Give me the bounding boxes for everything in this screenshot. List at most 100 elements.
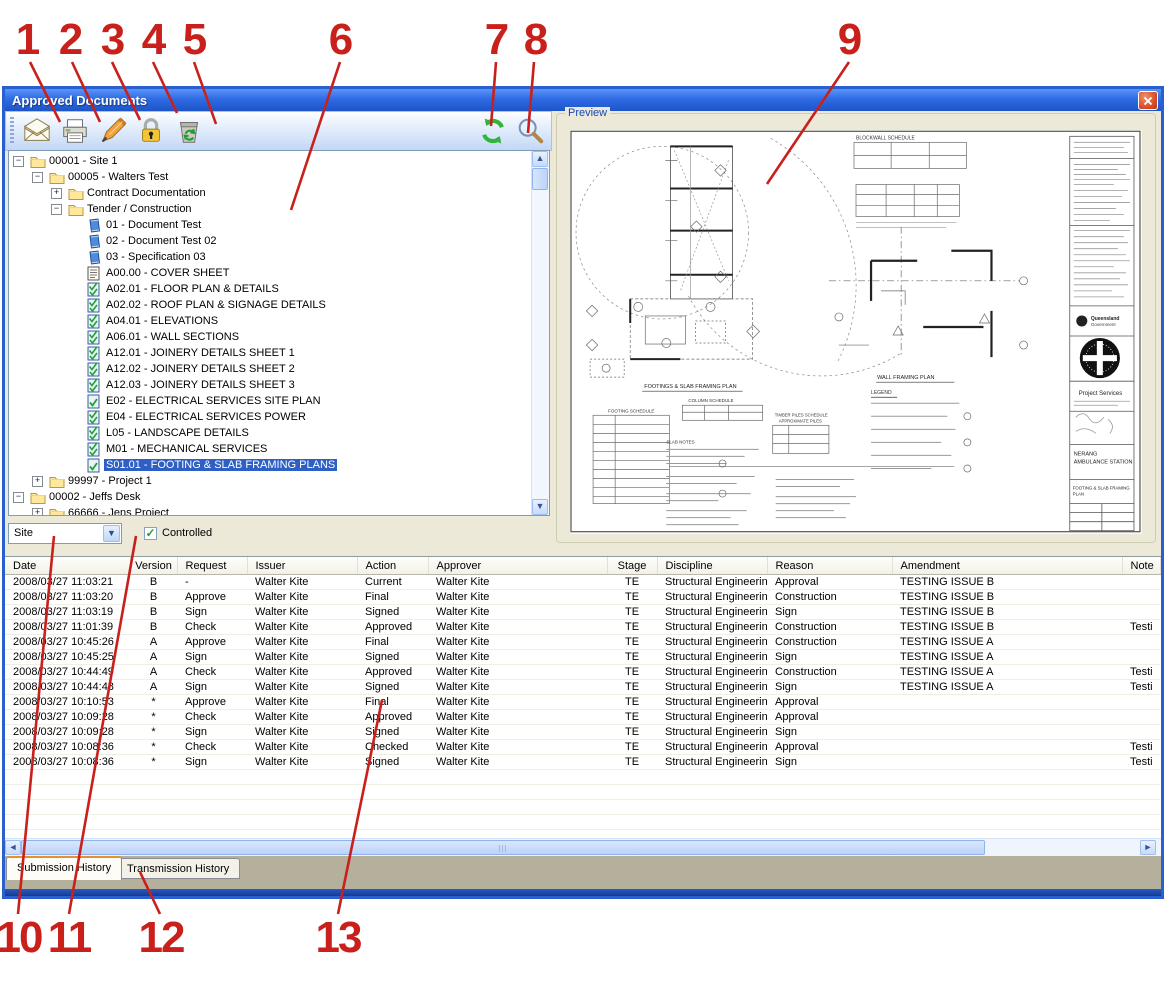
table-row[interactable]: 2008/03/27 10:45:26AApproveWalter KiteFi… xyxy=(5,635,1160,650)
lock-button[interactable] xyxy=(134,114,172,148)
tree-item[interactable]: 01 - Document Test xyxy=(9,217,532,233)
expand-icon[interactable]: + xyxy=(32,476,43,487)
tree-item[interactable]: E04 - ELECTRICAL SERVICES POWER xyxy=(9,409,532,425)
cell: Walter Kite xyxy=(247,650,357,665)
tree-scrollbar-thumb[interactable] xyxy=(532,168,548,190)
header-cell[interactable]: Request xyxy=(177,557,247,575)
tree-item[interactable]: E02 - ELECTRICAL SERVICES SITE PLAN xyxy=(9,393,532,409)
tree-item[interactable]: M01 - MECHANICAL SERVICES xyxy=(9,441,532,457)
table-row[interactable]: 2008/03/27 10:09:28*SignWalter KiteSigne… xyxy=(5,725,1160,740)
cell: Structural Engineering xyxy=(657,680,767,695)
tree-item[interactable]: A02.02 - ROOF PLAN & SIGNAGE DETAILS xyxy=(9,297,532,313)
table-row[interactable]: 2008/03/27 10:44:49ACheckWalter KiteAppr… xyxy=(5,665,1160,680)
table-hscrollbar-thumb[interactable] xyxy=(21,840,985,855)
tree-item[interactable]: A12.02 - JOINERY DETAILS SHEET 2 xyxy=(9,361,532,377)
tree-item[interactable]: S01.01 - FOOTING & SLAB FRAMING PLANS xyxy=(9,457,532,473)
header-cell[interactable]: Reason xyxy=(767,557,892,575)
chevron-left-icon[interactable]: ◄ xyxy=(5,840,21,855)
table-row[interactable]: 2008/03/27 11:03:20BApproveWalter KiteFi… xyxy=(5,590,1160,605)
delete-button[interactable] xyxy=(172,114,210,148)
header-cell[interactable]: Issuer xyxy=(247,557,357,575)
scroll-up-button[interactable]: ▲ xyxy=(532,151,548,167)
tree-item[interactable]: +99997 - Project 1 xyxy=(9,473,532,489)
collapse-icon[interactable]: − xyxy=(51,204,62,215)
cell: Structural Engineering xyxy=(657,710,767,725)
chevron-down-icon[interactable]: ▼ xyxy=(103,525,120,542)
table-hscrollbar[interactable]: ◄ ► xyxy=(5,838,1161,856)
header-cell[interactable]: Amendment xyxy=(892,557,1122,575)
submission-history-grid[interactable]: DateVersionRequestIssuerActionApproverSt… xyxy=(5,557,1161,856)
cell: Testi xyxy=(1122,665,1160,680)
cell: TESTING ISSUE B xyxy=(892,620,1122,635)
tree-item[interactable]: −00005 - Walters Test xyxy=(9,169,532,185)
collapse-icon[interactable]: − xyxy=(32,172,43,183)
cell: Structural Engineering xyxy=(657,665,767,680)
expand-icon[interactable]: + xyxy=(32,508,43,517)
drawing-preview[interactable]: BLOCKWALL SCHEDULE FOOTINGS & SLAB FRAMI… xyxy=(570,130,1142,534)
empty-cell xyxy=(657,770,767,785)
cell: Walter Kite xyxy=(428,590,607,605)
tree-item[interactable]: A06.01 - WALL SECTIONS xyxy=(9,329,532,345)
cell: Walter Kite xyxy=(428,605,607,620)
header-cell[interactable]: Discipline xyxy=(657,557,767,575)
edit-button[interactable] xyxy=(96,114,134,148)
window-title: Approved Documents xyxy=(5,93,147,108)
table-row[interactable]: 2008/03/27 11:03:21B-Walter KiteCurrentW… xyxy=(5,575,1160,590)
scroll-down-button[interactable]: ▼ xyxy=(532,499,548,515)
tree-item[interactable]: A02.01 - FLOOR PLAN & DETAILS xyxy=(9,281,532,297)
empty-cell xyxy=(892,770,1122,785)
toolbar-grip[interactable] xyxy=(10,117,14,145)
tree-item[interactable]: 02 - Document Test 02 xyxy=(9,233,532,249)
header-cell[interactable]: Approver xyxy=(428,557,607,575)
tree-item[interactable]: 03 - Specification 03 xyxy=(9,249,532,265)
header-cell[interactable]: Action xyxy=(357,557,428,575)
chevron-right-icon[interactable]: ► xyxy=(1140,840,1156,855)
table-row[interactable]: 2008/03/27 11:03:19BSignWalter KiteSigne… xyxy=(5,605,1160,620)
cell: Check xyxy=(177,710,247,725)
print-button[interactable] xyxy=(58,114,96,148)
tree-item[interactable]: A12.03 - JOINERY DETAILS SHEET 3 xyxy=(9,377,532,393)
tree-item[interactable]: L05 - LANDSCAPE DETAILS xyxy=(9,425,532,441)
header-cell[interactable]: Version xyxy=(130,557,177,575)
tree-item[interactable]: −00002 - Jeffs Desk xyxy=(9,489,532,505)
controlled-checkbox[interactable]: ✓ xyxy=(144,527,157,540)
tree-scrollbar[interactable]: ▲ ▼ xyxy=(531,151,549,515)
scope-dropdown[interactable]: Site ▼ xyxy=(8,523,122,544)
table-row[interactable]: 2008/03/27 10:08:36*CheckWalter KiteChec… xyxy=(5,740,1160,755)
tree-item[interactable]: A12.01 - JOINERY DETAILS SHEET 1 xyxy=(9,345,532,361)
empty-cell xyxy=(130,800,177,815)
tree-item[interactable]: A04.01 - ELEVATIONS xyxy=(9,313,532,329)
cell: TESTING ISSUE A xyxy=(892,650,1122,665)
table-row[interactable]: 2008/03/27 11:01:39BCheckWalter KiteAppr… xyxy=(5,620,1160,635)
header-cell[interactable]: Stage xyxy=(607,557,657,575)
tab-submission-history[interactable]: Submission History xyxy=(6,856,122,880)
tree-item[interactable]: A00.00 - COVER SHEET xyxy=(9,265,532,281)
table-row[interactable]: 2008/03/27 10:08:36*SignWalter KiteSigne… xyxy=(5,755,1160,770)
tree-item[interactable]: −Tender / Construction xyxy=(9,201,532,217)
doclines-icon xyxy=(87,266,104,281)
refresh-button[interactable] xyxy=(475,114,513,148)
email-button[interactable] xyxy=(20,114,58,148)
expand-icon[interactable]: + xyxy=(51,188,62,199)
tree-item[interactable]: −00001 - Site 1 xyxy=(9,153,532,169)
tree-item[interactable]: +66666 - Jens Project xyxy=(9,505,532,516)
table-row[interactable]: 2008/03/27 10:45:25ASignWalter KiteSigne… xyxy=(5,650,1160,665)
cell xyxy=(1122,695,1160,710)
header-cell[interactable]: Note xyxy=(1122,557,1160,575)
header-cell[interactable]: Date xyxy=(5,557,130,575)
cell: Current xyxy=(357,575,428,590)
cell: Walter Kite xyxy=(247,680,357,695)
sheet-title-line2: PLAN xyxy=(1073,492,1084,497)
table-row[interactable]: 2008/03/27 10:10:53*ApproveWalter KiteFi… xyxy=(5,695,1160,710)
tree-item[interactable]: +Contract Documentation xyxy=(9,185,532,201)
close-button[interactable] xyxy=(1138,91,1158,110)
table-row[interactable]: 2008/03/27 10:09:28*CheckWalter KiteAppr… xyxy=(5,710,1160,725)
cell: Walter Kite xyxy=(428,650,607,665)
collapse-icon[interactable]: − xyxy=(13,492,24,503)
table-row[interactable]: 2008/03/27 10:44:48ASignWalter KiteSigne… xyxy=(5,680,1160,695)
collapse-icon[interactable]: − xyxy=(13,156,24,167)
search-button[interactable] xyxy=(513,114,551,148)
tab-transmission-history[interactable]: Transmission History xyxy=(116,858,240,879)
cell: Walter Kite xyxy=(428,710,607,725)
cell: Walter Kite xyxy=(428,755,607,770)
